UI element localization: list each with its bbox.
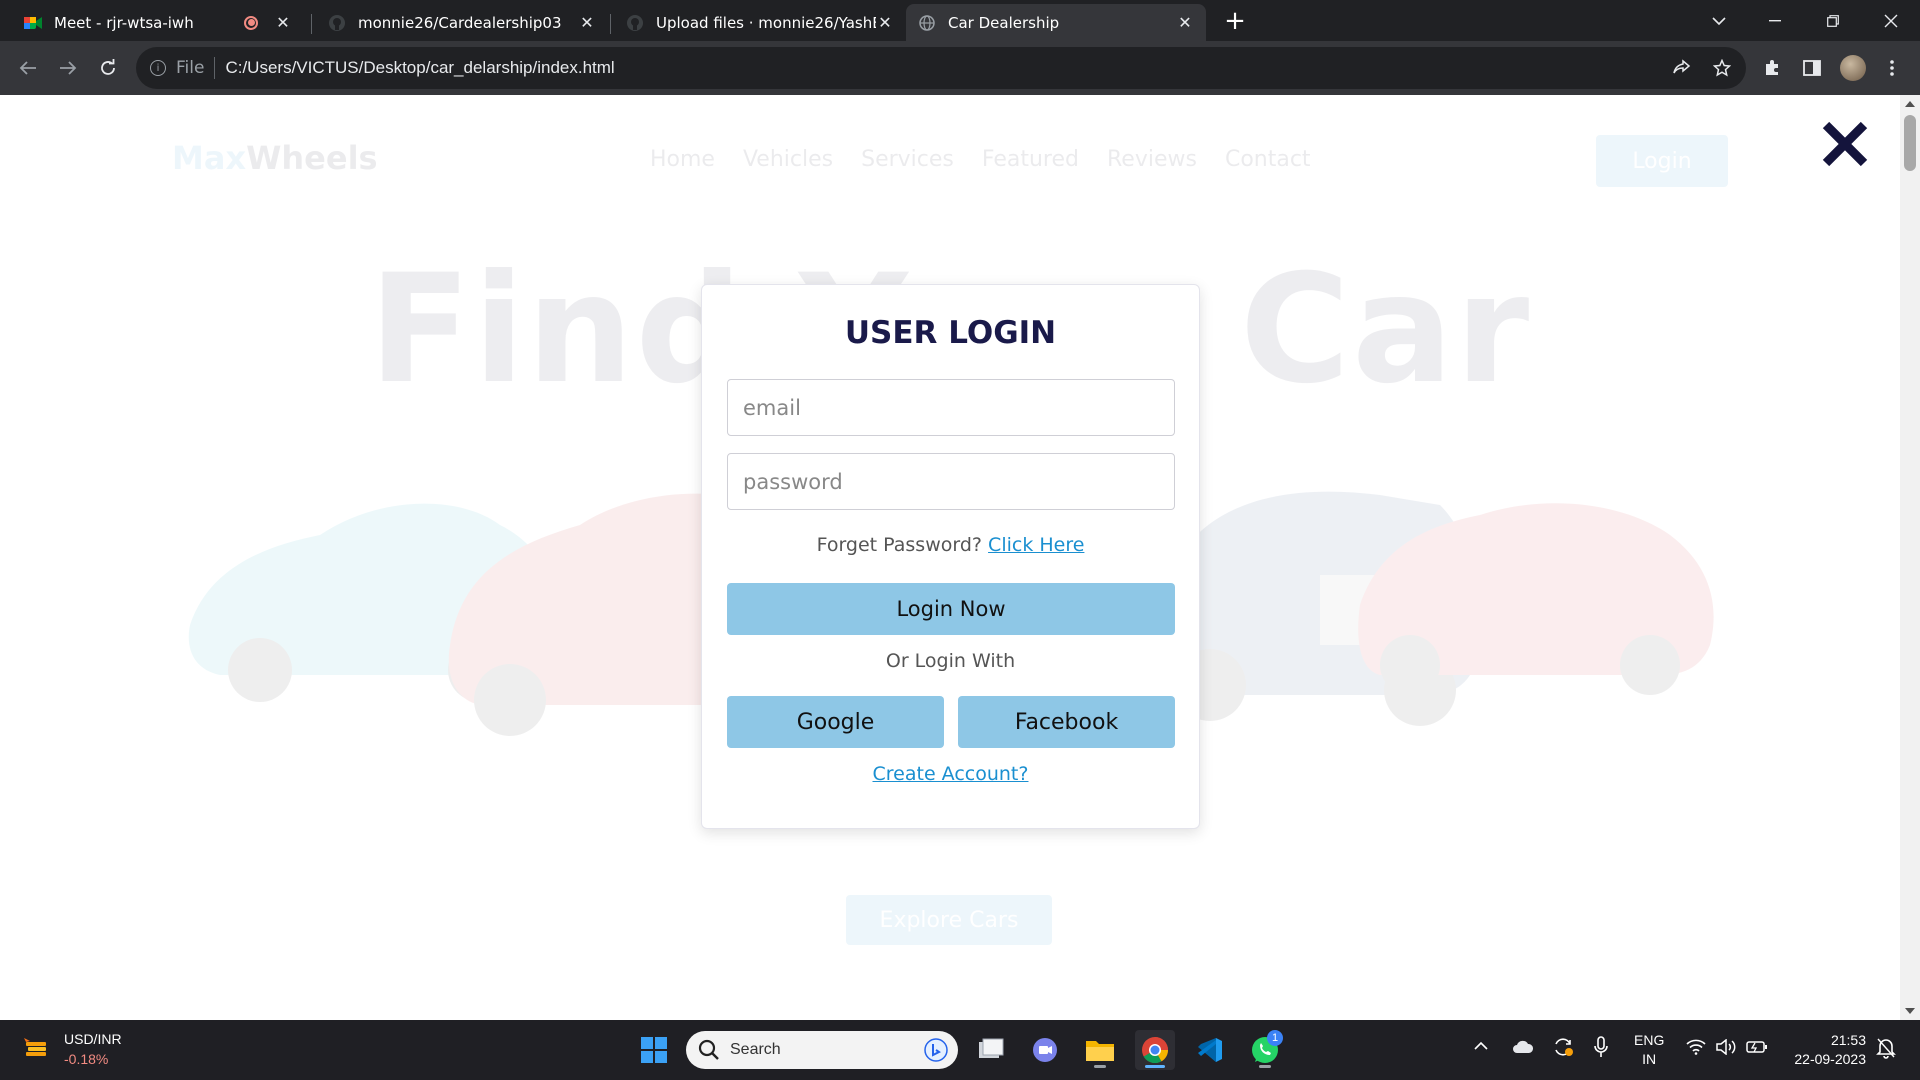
bookmark-star-icon[interactable] [1708,54,1736,82]
tab-separator [311,14,312,34]
whatsapp-icon[interactable]: 1 [1245,1030,1285,1070]
facebook-login-button[interactable]: Facebook [958,696,1175,748]
close-tab-icon[interactable]: ✕ [578,13,596,32]
close-tab-icon[interactable]: ✕ [876,13,894,32]
tab-title: Meet - rjr-wtsa-iwh [54,13,194,32]
profile-avatar[interactable] [1840,55,1866,81]
search-icon [698,1039,719,1060]
address-bar[interactable]: i File C:/Users/VICTUS/Desktop/car_delar… [136,47,1746,89]
search-placeholder: Search [730,1041,781,1058]
active-indicator [1145,1065,1165,1068]
microphone-icon[interactable] [1594,1036,1608,1063]
tab-car-dealership[interactable]: Car Dealership ✕ [906,4,1206,41]
site-info-icon[interactable]: i [150,60,166,76]
forget-password-row: Forget Password? Click Here [702,534,1199,556]
github-icon [328,14,346,32]
task-view-icon[interactable] [971,1030,1011,1070]
page-scrollbar[interactable] [1900,95,1920,1020]
windows-start-icon[interactable] [634,1030,674,1070]
forward-arrow-icon[interactable] [54,54,82,82]
tab-search-chevron-icon[interactable] [1692,0,1746,41]
file-scheme-label: File [176,58,205,78]
widget-change: -0.18% [64,1051,109,1067]
close-window-button[interactable] [1864,0,1918,41]
currency-widget-icon[interactable] [22,1036,50,1064]
sync-icon[interactable] [1552,1036,1574,1063]
reset-password-link[interactable]: Click Here [988,534,1084,556]
login-title: USER LOGIN [844,315,1057,351]
taskbar-search[interactable]: Search [686,1031,958,1069]
battery-icon[interactable] [1746,1040,1768,1059]
language-indicator[interactable]: ENG IN [1634,1031,1664,1069]
close-tab-icon[interactable]: ✕ [274,13,292,32]
chrome-menu-icon[interactable] [1878,54,1906,82]
close-icon[interactable] [1820,119,1870,169]
teams-chat-icon[interactable] [1025,1030,1065,1070]
url-text[interactable]: C:/Users/VICTUS/Desktop/car_delarship/in… [225,58,614,78]
back-arrow-icon[interactable] [14,54,42,82]
google-login-button[interactable]: Google [727,696,944,748]
tab-github-cardealership[interactable]: monnie26/Cardealership03 ✕ [316,4,608,41]
running-indicator [1259,1065,1271,1068]
tab-separator [610,14,611,34]
scroll-thumb[interactable] [1904,115,1916,171]
language-code: ENG [1634,1032,1665,1048]
notification-badge: 1 [1267,1030,1283,1046]
recording-icon [244,15,258,30]
google-meet-icon [24,14,42,32]
login-modal: USER LOGIN Forget Password? Click Here L… [701,284,1200,829]
tab-title: Car Dealership [948,13,1060,32]
globe-icon [918,14,936,32]
new-tab-button[interactable]: + [1220,6,1250,36]
windows-taskbar: USD/INR -0.18% Search 1 ENG IN 21:53 22-… [0,1020,1920,1080]
notifications-bell-icon[interactable] [1876,1037,1896,1064]
region-code: IN [1642,1051,1657,1067]
chrome-taskbar-icon[interactable] [1135,1030,1175,1070]
reload-icon[interactable] [94,54,122,82]
chevron-up-icon[interactable] [1474,1038,1488,1056]
email-input[interactable] [727,379,1175,436]
scroll-down-arrow-icon[interactable] [1905,1008,1915,1014]
github-icon [626,14,644,32]
password-input[interactable] [727,453,1175,510]
forget-password-text: Forget Password? [816,534,982,556]
side-panel-icon[interactable] [1798,54,1826,82]
tab-title: Upload files · monnie26/YashBec [656,13,876,32]
clock-time: 21:53 [1830,1032,1866,1048]
restore-window-button[interactable] [1806,0,1860,41]
scroll-up-arrow-icon[interactable] [1905,101,1915,107]
file-explorer-icon[interactable] [1080,1030,1120,1070]
login-now-button[interactable]: Login Now [727,583,1175,635]
tab-github-upload[interactable]: Upload files · monnie26/YashBec ✕ [614,4,906,41]
share-icon[interactable] [1668,54,1696,82]
or-login-with-text: Or Login With [885,650,1016,672]
browser-toolbar: i File C:/Users/VICTUS/Desktop/car_delar… [0,41,1920,95]
system-clock[interactable]: 21:53 22-09-2023 [1786,1031,1866,1069]
vscode-icon[interactable] [1190,1030,1230,1070]
address-separator [214,57,216,79]
create-account-link[interactable]: Create Account? [702,763,1199,785]
extensions-puzzle-icon[interactable] [1758,54,1786,82]
tab-title: monnie26/Cardealership03 [358,13,562,32]
browser-tab-strip: Meet - rjr-wtsa-iwh ✕ monnie26/Cardealer… [0,0,1920,41]
volume-icon[interactable] [1716,1038,1736,1060]
tab-meet[interactable]: Meet - rjr-wtsa-iwh ✕ [12,4,304,41]
wifi-icon[interactable] [1686,1039,1706,1060]
onedrive-cloud-icon[interactable] [1512,1040,1534,1059]
minimize-window-button[interactable] [1748,0,1802,41]
clock-date: 22-09-2023 [1794,1051,1866,1067]
close-tab-icon[interactable]: ✕ [1176,13,1194,32]
running-indicator [1094,1065,1106,1068]
widget-label[interactable]: USD/INR [64,1031,122,1047]
bing-icon[interactable] [924,1038,948,1062]
page-viewport: MaxWheels Home Vehicles Services Feature… [0,95,1900,1020]
